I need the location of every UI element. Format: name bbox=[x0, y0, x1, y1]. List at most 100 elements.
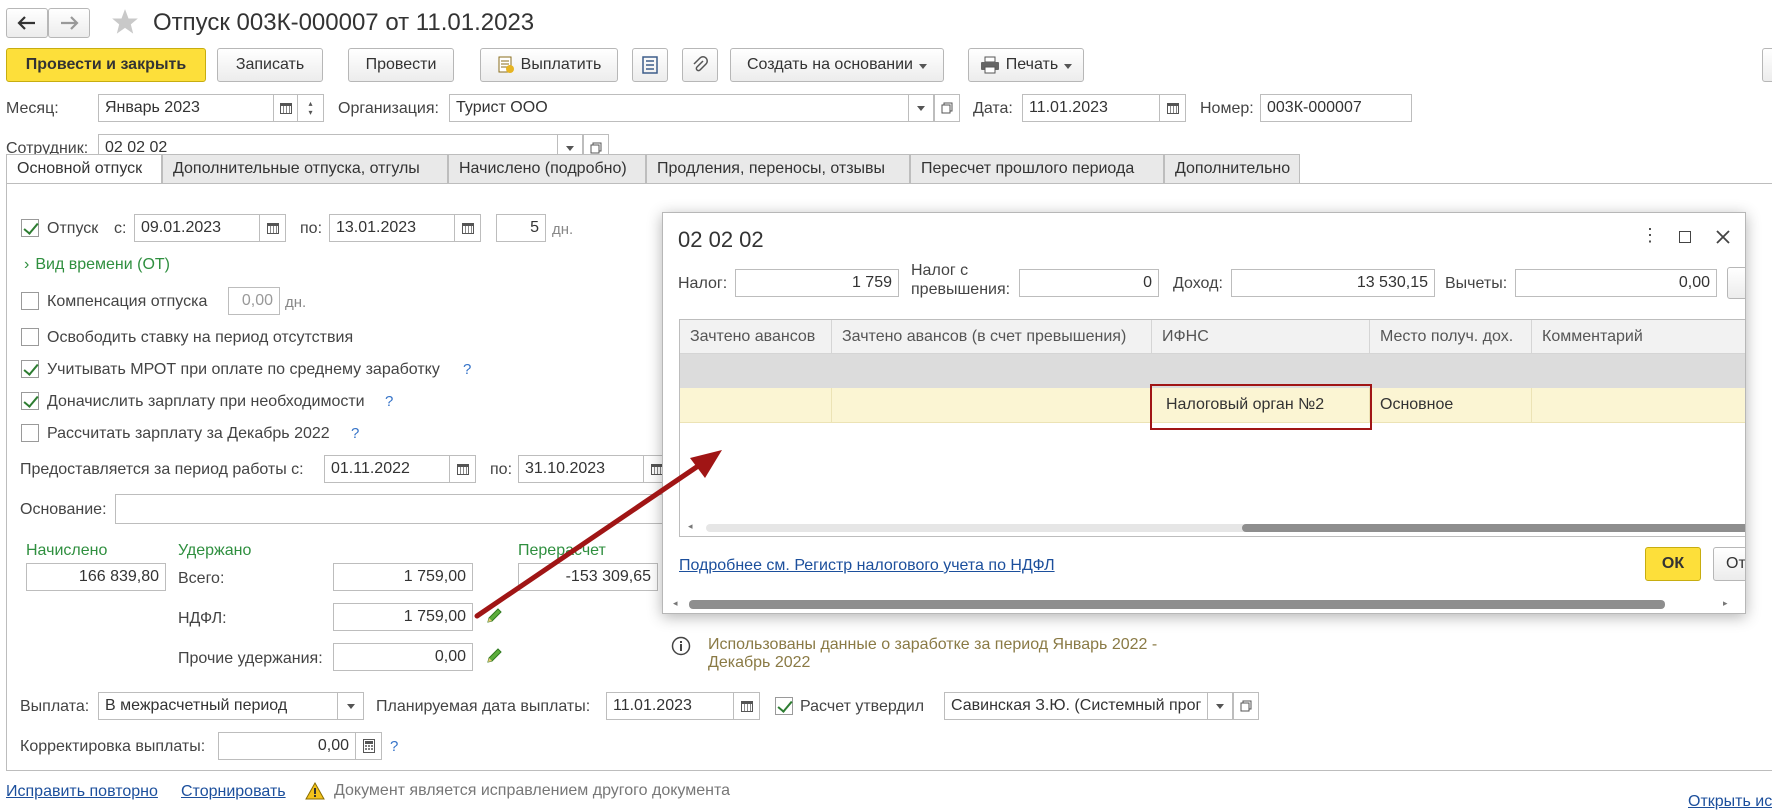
tab-extensions[interactable]: Продления, переносы, отзывы bbox=[646, 154, 910, 184]
tax-excess-field[interactable]: 0 bbox=[1019, 269, 1159, 297]
org-field[interactable]: Турист ООО bbox=[449, 94, 909, 122]
column-header[interactable]: Комментарий bbox=[1532, 320, 1745, 354]
adjust-field[interactable]: 0,00 bbox=[218, 732, 356, 760]
tab-accrued-detailed[interactable]: Начислено (подробно) bbox=[448, 154, 646, 184]
print-button[interactable]: Печать bbox=[968, 48, 1084, 82]
calculator-button[interactable] bbox=[356, 732, 382, 760]
vacation-to-calendar[interactable] bbox=[455, 214, 481, 242]
open-link[interactable]: Открыть ис bbox=[1688, 793, 1772, 811]
horizontal-scrollbar[interactable]: ◂ bbox=[680, 518, 1745, 534]
help-icon[interactable]: ? bbox=[463, 361, 471, 378]
ok-button[interactable]: ОК bbox=[1645, 547, 1701, 581]
accrue-salary-checkbox[interactable] bbox=[21, 392, 39, 410]
scroll-right-icon[interactable]: ▸ bbox=[1723, 598, 1728, 609]
approved-dropdown-button[interactable] bbox=[1208, 692, 1233, 720]
place-cell[interactable]: Основное bbox=[1370, 388, 1532, 422]
scroll-left-icon[interactable]: ◂ bbox=[673, 598, 678, 609]
scroll-left-icon[interactable]: ◂ bbox=[688, 521, 693, 532]
tax-field[interactable]: 1 759 bbox=[735, 269, 899, 297]
chevron-down-icon bbox=[919, 56, 927, 74]
org-open-button[interactable] bbox=[934, 94, 960, 122]
fix-again-link[interactable]: Исправить повторно bbox=[6, 783, 158, 801]
details-link[interactable]: Подробнее см. Регистр налогового учета п… bbox=[679, 557, 1055, 575]
recalc-field: -153 309,65 bbox=[518, 563, 658, 591]
reverse-link[interactable]: Сторнировать bbox=[181, 783, 286, 801]
attach-button[interactable] bbox=[682, 48, 718, 82]
consider-mrot-checkbox[interactable] bbox=[21, 360, 39, 378]
tab-main-vacation[interactable]: Основной отпуск bbox=[6, 154, 162, 184]
scroll-thumb[interactable] bbox=[689, 600, 1665, 609]
time-kind-link[interactable]: › Вид времени (ОТ) bbox=[24, 256, 170, 274]
approved-checkbox[interactable] bbox=[775, 697, 793, 715]
tab-recalc-past[interactable]: Пересчет прошлого периода bbox=[910, 154, 1164, 184]
date-field[interactable]: 11.01.2023 bbox=[1022, 94, 1160, 122]
help-icon[interactable]: ? bbox=[390, 738, 398, 755]
dialog-scrollbar[interactable]: ◂ ▸ bbox=[663, 595, 1745, 613]
calc-salary-label: Рассчитать зарплату за Декабрь 2022 bbox=[47, 425, 330, 442]
period-from-field[interactable]: 01.11.2022 bbox=[324, 455, 450, 483]
calc-salary-checkbox[interactable] bbox=[21, 424, 39, 442]
vacation-from-field[interactable]: 09.01.2023 bbox=[134, 214, 260, 242]
cancel-button[interactable]: От bbox=[1713, 547, 1745, 581]
create-based-button[interactable]: Создать на основании bbox=[730, 48, 944, 82]
pencil-icon[interactable] bbox=[485, 647, 503, 665]
info-icon bbox=[671, 636, 691, 656]
from-label: с: bbox=[114, 220, 127, 237]
paperclip-icon bbox=[693, 56, 708, 72]
release-rate-checkbox[interactable] bbox=[21, 328, 39, 346]
period-to-field[interactable]: 31.10.2023 bbox=[518, 455, 644, 483]
month-calendar-button[interactable] bbox=[274, 94, 298, 122]
tab-additional[interactable]: Дополнительно bbox=[1164, 154, 1300, 184]
list-icon bbox=[642, 56, 658, 74]
column-header[interactable]: ИФНС bbox=[1152, 320, 1370, 354]
to-label: по: bbox=[300, 220, 323, 237]
more-icon[interactable]: ⋮ bbox=[1641, 225, 1659, 246]
date-calendar-button[interactable] bbox=[1160, 94, 1186, 122]
calendar-icon bbox=[456, 463, 469, 475]
period-from-calendar[interactable] bbox=[450, 455, 476, 483]
warning-icon bbox=[305, 782, 325, 800]
payout-field[interactable]: В межрасчетный период bbox=[98, 692, 338, 720]
dialog-extra-button[interactable] bbox=[1727, 267, 1745, 299]
income-field[interactable]: 13 530,15 bbox=[1231, 269, 1435, 297]
month-spinner[interactable]: ▴ ▾ bbox=[298, 94, 324, 122]
column-header[interactable]: Зачтено авансов bbox=[680, 320, 832, 354]
help-icon[interactable]: ? bbox=[385, 393, 393, 410]
vacation-to-field[interactable]: 13.01.2023 bbox=[329, 214, 455, 242]
vacation-from-calendar[interactable] bbox=[260, 214, 286, 242]
compensation-checkbox[interactable] bbox=[21, 292, 39, 310]
help-icon[interactable]: ? bbox=[351, 425, 359, 442]
maximize-icon[interactable] bbox=[1679, 231, 1691, 243]
month-field[interactable]: Январь 2023 bbox=[98, 94, 274, 122]
planned-date-field[interactable]: 11.01.2023 bbox=[606, 692, 734, 720]
vacation-checkbox[interactable] bbox=[21, 219, 39, 237]
page-title: Отпуск 003К-000007 от 11.01.2023 bbox=[153, 9, 535, 36]
period-label: Предоставляется за период работы с: bbox=[20, 461, 304, 478]
save-button[interactable]: Записать bbox=[217, 48, 323, 82]
pencil-icon[interactable] bbox=[485, 607, 503, 625]
list-button[interactable] bbox=[632, 48, 668, 82]
column-header[interactable]: Место получ. дох. bbox=[1370, 320, 1532, 354]
deductions-field[interactable]: 0,00 bbox=[1515, 269, 1717, 297]
org-dropdown-button[interactable] bbox=[909, 94, 934, 122]
payout-dropdown-button[interactable] bbox=[338, 692, 364, 720]
vacation-days-field[interactable]: 5 bbox=[496, 214, 546, 242]
release-rate-label: Освободить ставку на период отсутствия bbox=[47, 329, 354, 346]
post-button[interactable]: Провести bbox=[348, 48, 454, 82]
pay-button[interactable]: Выплатить bbox=[480, 48, 618, 82]
scroll-thumb[interactable] bbox=[1242, 524, 1745, 532]
approved-field[interactable]: Савинская З.Ю. (Системный прог bbox=[944, 692, 1208, 720]
column-header[interactable]: Зачтено авансов (в счет превышения) bbox=[832, 320, 1152, 354]
approved-open-button[interactable] bbox=[1233, 692, 1259, 720]
planned-date-calendar[interactable] bbox=[734, 692, 760, 720]
post-close-button[interactable]: Провести и закрыть bbox=[6, 48, 206, 82]
basis-field[interactable] bbox=[115, 494, 675, 524]
back-button[interactable] bbox=[6, 8, 48, 38]
tab-additional-vacations[interactable]: Дополнительные отпуска, отгулы bbox=[162, 154, 448, 184]
star-icon[interactable] bbox=[110, 8, 140, 36]
more-button[interactable] bbox=[1762, 48, 1772, 82]
forward-button[interactable] bbox=[48, 8, 90, 38]
number-field[interactable]: 003К-000007 bbox=[1260, 94, 1412, 122]
close-icon[interactable] bbox=[1715, 229, 1731, 245]
chevron-down-icon bbox=[1064, 56, 1072, 74]
